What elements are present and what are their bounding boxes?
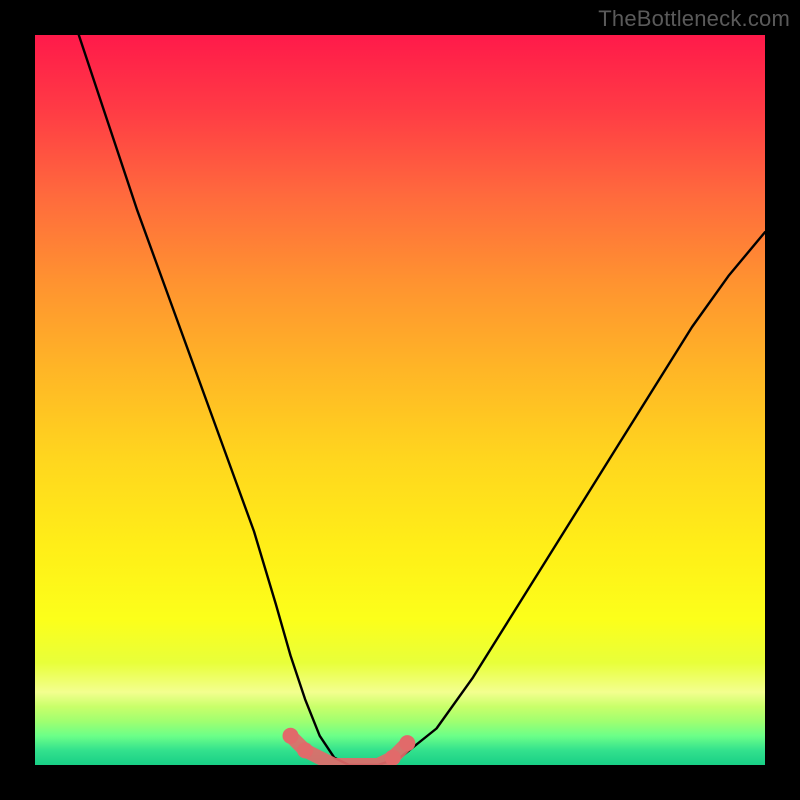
chart-stage: TheBottleneck.com bbox=[0, 0, 800, 800]
curve-layer bbox=[35, 35, 765, 765]
highlight-dot bbox=[399, 735, 415, 751]
plot-area bbox=[35, 35, 765, 765]
highlight-dot bbox=[283, 728, 299, 744]
watermark-text: TheBottleneck.com bbox=[598, 6, 790, 32]
highlight-dot bbox=[297, 742, 313, 758]
bottleneck-curve bbox=[79, 35, 765, 765]
highlight-dot bbox=[385, 750, 401, 765]
